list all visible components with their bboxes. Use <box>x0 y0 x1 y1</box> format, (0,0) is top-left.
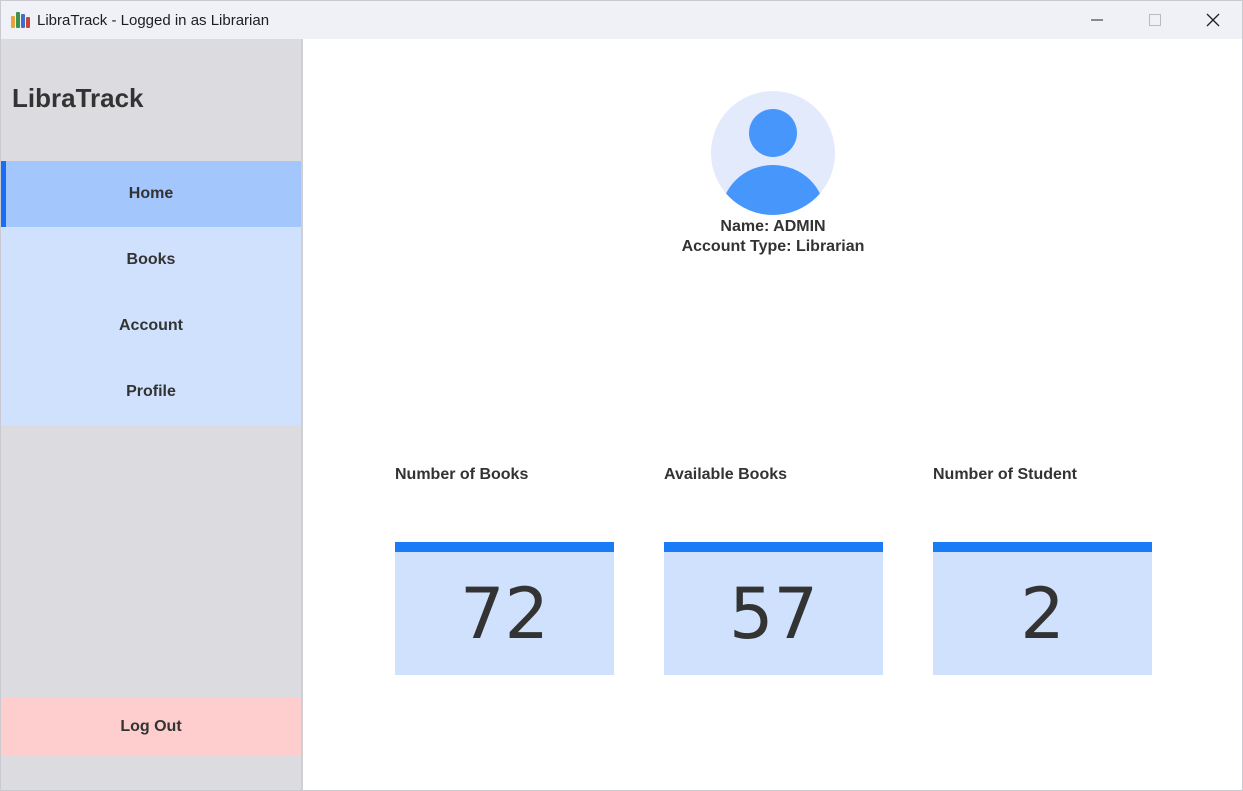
maximize-icon <box>1149 14 1161 26</box>
stat-card-students: 2 <box>933 542 1152 675</box>
minimize-icon <box>1091 19 1103 21</box>
sidebar-item-label: Profile <box>126 383 176 400</box>
user-name: Name: ADMIN <box>720 218 826 235</box>
stat-label-available: Available Books <box>664 466 788 483</box>
brand-title: LibraTrack <box>12 83 144 113</box>
sidebar-item-label: Books <box>126 251 176 268</box>
window-controls <box>1068 1 1242 39</box>
app-window: LibraTrack - Logged in as Librarian Libr… <box>0 0 1243 791</box>
stat-label-books: Number of Books <box>395 466 529 483</box>
sidebar-nav: Home Books Account Profile <box>1 161 301 425</box>
sidebar-item-home[interactable]: Home <box>1 161 301 227</box>
stat-value-students: 2 <box>1020 572 1065 655</box>
stat-card-books: 72 <box>395 542 614 675</box>
stat-label-students: Number of Student <box>933 466 1077 483</box>
maximize-button[interactable] <box>1126 1 1184 39</box>
stat-card-available: 57 <box>664 542 883 675</box>
logout-button[interactable]: Log Out <box>1 697 301 756</box>
sidebar-item-label: Account <box>119 317 183 334</box>
sidebar-item-profile[interactable]: Profile <box>1 359 301 425</box>
logout-label: Log Out <box>120 717 182 735</box>
books-icon <box>11 12 31 28</box>
main-content: Name: ADMIN Account Type: Librarian Numb… <box>304 39 1242 790</box>
window-title: LibraTrack - Logged in as Librarian <box>37 11 270 29</box>
close-button[interactable] <box>1184 1 1242 39</box>
close-icon <box>1206 13 1220 27</box>
user-avatar-icon <box>711 91 835 215</box>
stat-value-available: 57 <box>728 572 819 655</box>
sidebar-item-account[interactable]: Account <box>1 293 301 359</box>
sidebar-item-label: Home <box>128 185 174 202</box>
minimize-button[interactable] <box>1068 1 1126 39</box>
sidebar: LibraTrack Home Books Account Profile Lo… <box>1 39 303 790</box>
sidebar-item-books[interactable]: Books <box>1 227 301 293</box>
account-type: Account Type: Librarian <box>681 238 865 255</box>
stat-value-books: 72 <box>459 572 550 655</box>
title-bar: LibraTrack - Logged in as Librarian <box>1 1 1242 39</box>
